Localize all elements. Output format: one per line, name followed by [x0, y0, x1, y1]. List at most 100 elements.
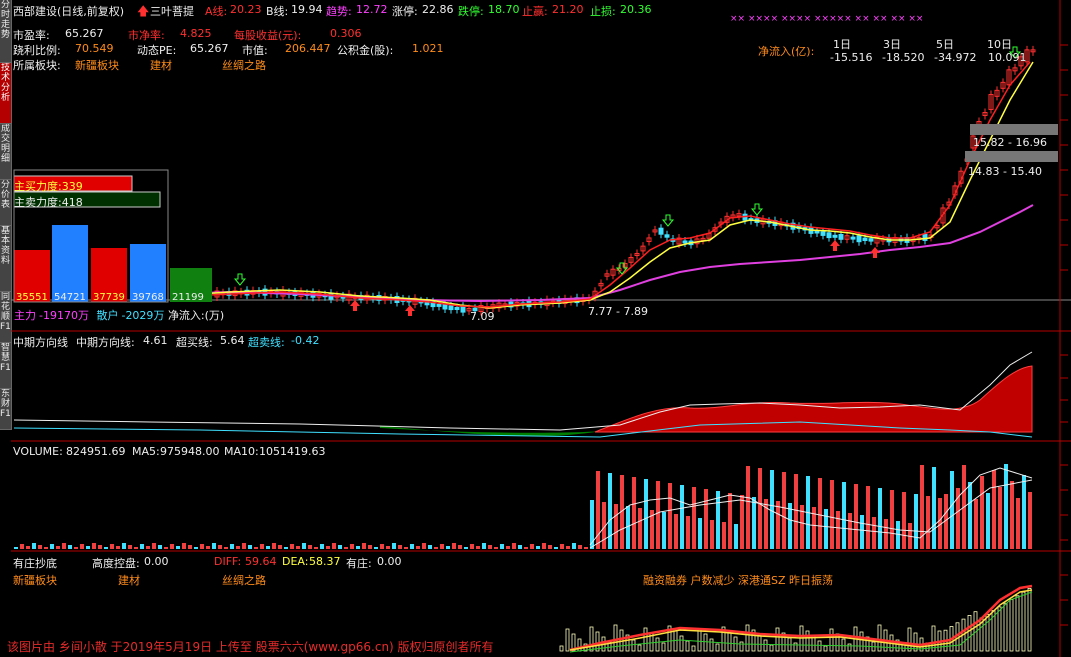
volume-bar: [158, 545, 162, 549]
volume-bar: [248, 545, 252, 549]
volume-bar: [308, 545, 312, 549]
volume-bar: [392, 543, 396, 549]
bottom-sector-xinjiang[interactable]: 新疆板块: [13, 572, 57, 588]
volume-bar: [494, 547, 498, 549]
volume-bar: [68, 545, 72, 549]
volume-bar: [968, 482, 972, 549]
volume-bar: [506, 546, 510, 549]
volume-bar: [458, 545, 462, 549]
signal-bar: [691, 645, 696, 652]
volume-value: 824951.69: [66, 445, 126, 458]
volume-bar: [890, 490, 894, 549]
volume-bar: [722, 522, 726, 549]
volume-bar: [740, 495, 744, 549]
volume-bar: [932, 467, 936, 549]
volume-bar: [272, 543, 276, 549]
main-force-row: 主力 -19170万 散户 -2029万 净流入:(万): [14, 309, 225, 322]
volume-bar: [548, 545, 552, 549]
signal-bar: [859, 631, 864, 652]
pe-label: 市盈率:: [13, 29, 50, 42]
volume-bar: [692, 487, 696, 549]
sector-silk-road[interactable]: 丝绸之路: [222, 57, 266, 73]
zhuang-value: 0.00: [377, 555, 402, 568]
signal-bar: [757, 634, 762, 652]
signal-bar: [1027, 588, 1032, 652]
volume-bar: [662, 512, 666, 549]
volume-bar: [992, 470, 996, 549]
volume-bar: [560, 544, 564, 549]
force-bar-4-value: 39768: [132, 292, 164, 303]
pb-value: 4.825: [180, 27, 212, 40]
trend-value: 12.72: [356, 3, 388, 16]
volume-bar: [200, 544, 204, 549]
limit-down-value: 18.70: [488, 3, 520, 16]
volume-bar: [566, 546, 570, 549]
force-bar-1-value: 35551: [16, 292, 48, 303]
candle: [820, 227, 826, 240]
sector-xinjiang[interactable]: 新疆板块: [75, 57, 119, 73]
mid-line-value: 4.61: [143, 334, 168, 347]
volume-bar: [296, 546, 300, 549]
netflow-col-5d: 5日: [936, 38, 954, 51]
volume-bar: [752, 497, 756, 549]
signal-bar: [559, 645, 564, 652]
volume-bar: [164, 547, 168, 549]
pe-value: 65.267: [65, 27, 104, 40]
signal-bar: [697, 628, 702, 652]
bottom-sector-building-materials[interactable]: 建材: [118, 572, 140, 588]
dea-value: 58.37: [309, 555, 341, 568]
volume-bar: [668, 483, 672, 549]
ma10-label: MA10:: [224, 445, 259, 458]
volume-bar: [854, 484, 858, 549]
signal-bar: [727, 631, 732, 652]
candle: [1030, 45, 1036, 56]
volume-bar: [776, 501, 780, 549]
volume-bar: [122, 543, 126, 549]
sell-arrow-icon: [750, 203, 764, 216]
volume-bar: [440, 544, 444, 549]
volume-bar: [878, 488, 882, 549]
ratio-value: 70.549: [75, 42, 114, 55]
volume-bar: [872, 517, 876, 549]
buy-arrow-icon: [830, 240, 840, 251]
volume-bar: [710, 520, 714, 549]
candle: [730, 210, 736, 222]
volume-bar: [44, 547, 48, 549]
sector-building-materials[interactable]: 建材: [150, 57, 172, 73]
ma5-value: 975948.00: [160, 445, 220, 458]
diff-value: 59.64: [245, 555, 277, 568]
volume-bar: [26, 546, 30, 549]
signal-bar: [793, 642, 798, 652]
volume-bar: [428, 545, 432, 549]
volume-bar: [554, 547, 558, 549]
volume-bar: [98, 545, 102, 549]
volume-bar: [314, 547, 318, 549]
netflow-col-10d: 10日: [987, 38, 1012, 51]
market-value-label: 市值:: [242, 44, 268, 57]
volume-bar: [452, 543, 456, 549]
signal-bar: [1015, 595, 1020, 652]
dynamic-pe-value: 65.267: [190, 42, 229, 55]
a-line-value: 20.23: [230, 3, 262, 16]
candle: [988, 90, 994, 114]
volume-bar: [206, 546, 210, 549]
volume-bar: [374, 547, 378, 549]
volume-bar: [518, 545, 522, 549]
overbought-label: 超买线:: [176, 336, 213, 349]
volume-bar: [788, 503, 792, 549]
volume-bar: [446, 546, 450, 549]
volume-bar: [500, 544, 504, 549]
netflow-col-3d: 3日: [883, 38, 901, 51]
bottom-sector-silk-road[interactable]: 丝绸之路: [222, 572, 266, 588]
volume-bar: [326, 546, 330, 549]
volume-bar: [188, 545, 192, 549]
oversold-value: -0.42: [291, 334, 320, 347]
indicator-name[interactable]: 三叶菩提: [150, 3, 194, 19]
volume-bar: [674, 514, 678, 549]
eps-label: 每股收益(元):: [234, 29, 302, 42]
volume-bar: [590, 500, 594, 549]
volume-bar: [698, 518, 702, 549]
netflow-val-3d: -18.520: [882, 51, 925, 64]
volume-bar: [632, 477, 636, 549]
candle: [604, 269, 610, 281]
